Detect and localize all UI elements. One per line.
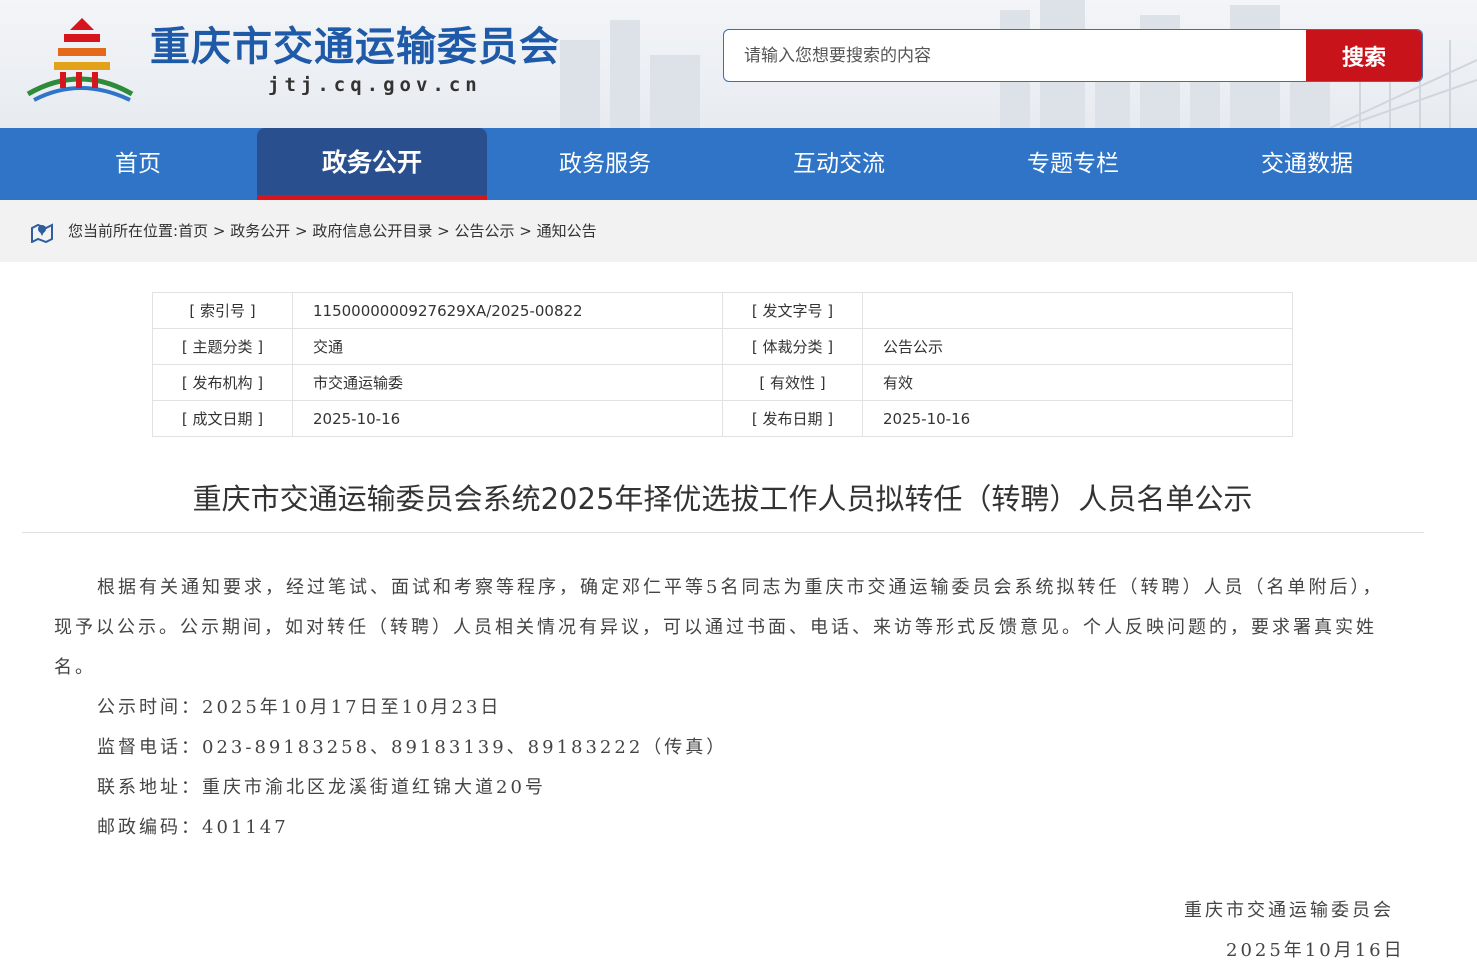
meta-key: [ 发布日期 ] [722, 400, 863, 437]
table-row: [ 主题分类 ] 交通 [ 体裁分类 ] 公告公示 [152, 328, 1293, 365]
breadcrumb-item-notices[interactable]: 通知公告 [537, 222, 597, 240]
nav-item-traffic-data[interactable]: 交通数据 [1192, 128, 1422, 200]
meta-value: 有效 [862, 364, 1293, 401]
breadcrumb-item-catalog[interactable]: 政府信息公开目录 [312, 222, 432, 240]
breadcrumb-item-announcements[interactable]: 公告公示 [454, 222, 514, 240]
breadcrumb-prefix: 您当前所在位置: [68, 222, 179, 240]
nav-item-special-topics[interactable]: 专题专栏 [958, 128, 1188, 200]
meta-key: [ 主题分类 ] [152, 328, 293, 365]
breadcrumb-bar: 您当前所在位置:首页 > 政务公开 > 政府信息公开目录 > 公告公示 > 通知… [0, 200, 1477, 262]
nav-item-government-affairs-open[interactable]: 政务公开 [257, 128, 487, 200]
breadcrumb-item-affairs[interactable]: 政务公开 [230, 222, 290, 240]
breadcrumb: 您当前所在位置:首页 > 政务公开 > 政府信息公开目录 > 公告公示 > 通知… [68, 220, 597, 241]
table-row: [ 索引号 ] 1150000000927629XA/2025-00822 [ … [152, 292, 1293, 329]
search-button[interactable]: 搜索 [1306, 30, 1422, 81]
breadcrumb-item-home[interactable]: 首页 [178, 222, 208, 240]
article-lead-paragraph: 根据有关通知要求，经过笔试、面试和考察等程序，确定邓仁平等5名同志为重庆市交通运… [54, 577, 1384, 678]
document-meta-table: [ 索引号 ] 1150000000927629XA/2025-00822 [ … [152, 292, 1293, 437]
breadcrumb-separator: > [514, 222, 537, 240]
nav-item-government-services[interactable]: 政务服务 [490, 128, 720, 200]
meta-value: 2025-10-16 [292, 400, 723, 437]
breadcrumb-separator: > [432, 222, 455, 240]
site-domain: jtj.cq.gov.cn [268, 74, 482, 96]
article-body: 根据有关通知要求，经过笔试、面试和考察等程序，确定邓仁平等5名同志为重庆市交通运… [54, 568, 1399, 848]
table-row: [ 成文日期 ] 2025-10-16 [ 发布日期 ] 2025-10-16 [152, 400, 1293, 437]
meta-value: 1150000000927629XA/2025-00822 [292, 292, 723, 329]
site-header: 重庆市交通运输委员会 jtj.cq.gov.cn 搜索 [0, 0, 1477, 128]
article-title: 重庆市交通运输委员会系统2025年择优选拔工作人员拟转任（转聘）人员名单公示 [192, 482, 1253, 516]
article-item-postcode: 邮政编码：401147 [97, 817, 289, 838]
meta-key: [ 索引号 ] [152, 292, 293, 329]
article-date: 2025年10月16日 [1226, 940, 1405, 961]
table-row: [ 发布机构 ] 市交通运输委 [ 有效性 ] 有效 [152, 364, 1293, 401]
nav-item-home[interactable]: 首页 [23, 128, 253, 200]
title-divider [22, 532, 1424, 533]
meta-value: 2025-10-16 [862, 400, 1293, 437]
article-item-address: 联系地址：重庆市渝北区龙溪街道红锦大道20号 [97, 777, 546, 798]
meta-key: [ 成文日期 ] [152, 400, 293, 437]
search-box: 搜索 [723, 29, 1423, 82]
search-input[interactable] [724, 30, 1306, 81]
main-nav: 首页 政务公开 政务服务 互动交流 专题专栏 交通数据 [0, 128, 1477, 200]
nav-item-interaction[interactable]: 互动交流 [724, 128, 954, 200]
breadcrumb-separator: > [208, 222, 231, 240]
meta-key: [ 体裁分类 ] [722, 328, 863, 365]
meta-value [862, 292, 1293, 329]
site-title[interactable]: 重庆市交通运输委员会 [150, 14, 560, 72]
breadcrumb-separator: > [290, 222, 313, 240]
meta-key: [ 有效性 ] [722, 364, 863, 401]
meta-value: 交通 [292, 328, 723, 365]
meta-key: [ 发布机构 ] [152, 364, 293, 401]
meta-value: 公告公示 [862, 328, 1293, 365]
article-item-phone: 监督电话：023-89183258、89183139、89183222（传真） [97, 737, 728, 758]
meta-key: [ 发文字号 ] [722, 292, 863, 329]
site-logo-icon [26, 18, 134, 102]
article-signature: 重庆市交通运输委员会 [1184, 900, 1394, 921]
meta-value: 市交通运输委 [292, 364, 723, 401]
article-item-time: 公示时间：2025年10月17日至10月23日 [97, 697, 502, 718]
location-pin-icon [31, 223, 53, 243]
